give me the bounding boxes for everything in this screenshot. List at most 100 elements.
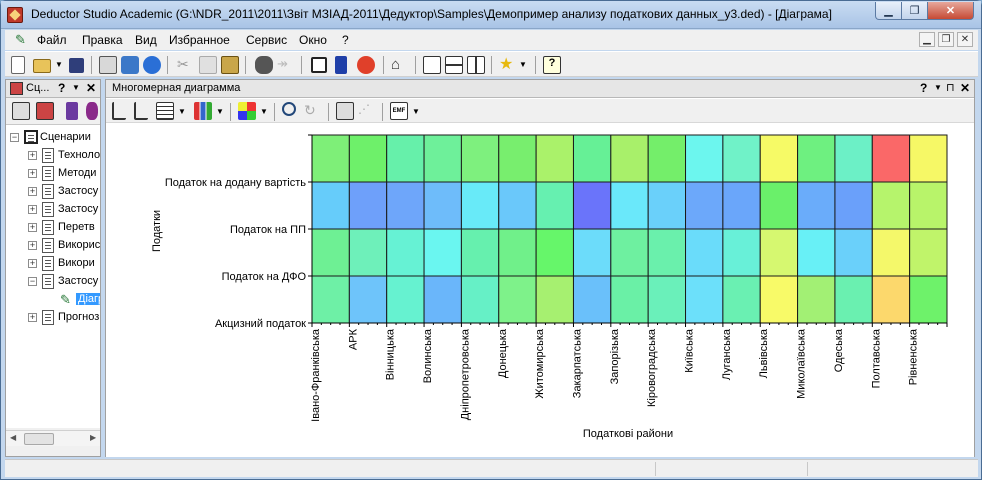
- close-button[interactable]: ✕: [927, 2, 974, 20]
- minimize-button[interactable]: ▁: [875, 2, 902, 20]
- maximize-button[interactable]: ❐: [901, 2, 928, 20]
- tree-item[interactable]: + Застосу: [6, 183, 100, 201]
- menu-service[interactable]: Сервис: [246, 33, 287, 47]
- panel-close-button[interactable]: ✕: [86, 81, 96, 95]
- heatmap-cell: [834, 134, 873, 183]
- x-tick-label: Івано-Франківська: [310, 328, 322, 422]
- diagram-close-button[interactable]: ✕: [960, 81, 970, 95]
- diagram-help-button[interactable]: ?: [920, 81, 927, 95]
- notebook-icon[interactable]: [335, 56, 347, 74]
- favorites-dropdown-icon[interactable]: ▼: [519, 60, 527, 78]
- open-dropdown-icon[interactable]: ▼: [55, 60, 63, 78]
- tree-item[interactable]: + Прогноз: [6, 309, 100, 327]
- tree-item[interactable]: + Застосу: [6, 201, 100, 219]
- help-book-icon[interactable]: ?: [543, 56, 561, 74]
- cascade-windows-icon[interactable]: [423, 56, 441, 74]
- tree-horizontal-scrollbar[interactable]: ◀ ▶: [6, 430, 100, 446]
- wrench-icon[interactable]: ✎: [15, 32, 26, 48]
- palette-icon[interactable]: [238, 102, 256, 120]
- home-icon[interactable]: ⌂: [391, 56, 409, 74]
- tree-item[interactable]: + Викори: [6, 255, 100, 273]
- expand-icon[interactable]: +: [28, 205, 37, 214]
- heatmap-cell: [311, 275, 350, 324]
- copy-icon[interactable]: [199, 56, 217, 74]
- expand-icon[interactable]: +: [28, 187, 37, 196]
- main-toolbar: ▼ ✂ ↠ ⌂ ★ ▼ ?: [5, 51, 978, 77]
- chart-type-icon[interactable]: [194, 102, 212, 120]
- x-tick-label: Рівненська: [908, 328, 920, 385]
- export-icon[interactable]: [66, 102, 78, 120]
- mdi-close-button[interactable]: ✕: [957, 32, 973, 47]
- save-icon[interactable]: [69, 58, 84, 73]
- menu-file[interactable]: Файл: [37, 33, 67, 47]
- tree-item[interactable]: ✎ Діагр: [6, 291, 100, 309]
- mdi-minimize-button[interactable]: ▁: [919, 32, 935, 47]
- menu-window[interactable]: Окно: [299, 33, 327, 47]
- process-icon[interactable]: [86, 102, 98, 120]
- expand-icon[interactable]: +: [28, 169, 37, 178]
- menu-view[interactable]: Вид: [135, 33, 157, 47]
- scenarios-panel-icon[interactable]: [311, 57, 327, 73]
- tile-horizontal-icon[interactable]: [445, 56, 463, 74]
- paste-icon[interactable]: [221, 56, 239, 74]
- star-favorites-icon[interactable]: ★: [499, 54, 517, 73]
- properties-icon[interactable]: [12, 102, 30, 120]
- scenarios-panel-title: Сц...: [26, 82, 50, 94]
- heatmap-cell: [460, 134, 500, 183]
- new-file-icon[interactable]: [11, 56, 25, 74]
- import-wizard-icon[interactable]: [36, 102, 54, 120]
- expand-icon[interactable]: +: [28, 313, 37, 322]
- menu-help[interactable]: ?: [342, 33, 349, 47]
- tree-item[interactable]: + Техноло: [6, 147, 100, 165]
- table-view-icon[interactable]: [156, 102, 174, 120]
- tree-item[interactable]: − Застосу: [6, 273, 100, 291]
- expand-icon[interactable]: +: [28, 241, 37, 250]
- mdi-restore-button[interactable]: ❐: [938, 32, 954, 47]
- panel-help-button[interactable]: ?: [58, 81, 65, 95]
- chart-properties-icon[interactable]: [336, 102, 354, 120]
- find-next-icon[interactable]: ↠: [277, 56, 295, 74]
- chart-axes-icon[interactable]: [134, 102, 148, 120]
- tree-item[interactable]: + Викорис: [6, 237, 100, 255]
- export-emf-icon[interactable]: EMF: [390, 102, 408, 120]
- axis-settings-icon[interactable]: [112, 102, 126, 120]
- expand-icon[interactable]: +: [28, 259, 37, 268]
- browser-icon[interactable]: [143, 56, 161, 74]
- open-folder-icon[interactable]: [33, 59, 51, 73]
- cut-icon[interactable]: ✂: [177, 56, 195, 74]
- print-icon[interactable]: [99, 56, 117, 74]
- menu-favorites[interactable]: Избранное: [169, 33, 230, 47]
- heatmap-cell: [572, 228, 612, 277]
- diagram-panel-title: Многомерная диаграмма: [112, 82, 241, 94]
- collapse-icon[interactable]: −: [10, 133, 19, 142]
- diagram-panel-header[interactable]: Многомерная диаграмма ? ▼ ⊓ ✕: [106, 80, 974, 98]
- tree-item[interactable]: + Методи: [6, 165, 100, 183]
- heatmap-cell: [572, 181, 612, 230]
- tree-item-label: Техноло: [58, 149, 100, 161]
- wizard-icon[interactable]: [357, 56, 375, 74]
- heatmap-cell: [386, 228, 425, 277]
- tree-item[interactable]: + Перетв: [6, 219, 100, 237]
- print-preview-icon[interactable]: [121, 56, 139, 74]
- document-icon: [42, 274, 54, 289]
- scrollbar-thumb[interactable]: [24, 433, 54, 445]
- find-icon[interactable]: [255, 56, 273, 74]
- panel-menu-dropdown[interactable]: ▼: [72, 83, 80, 92]
- collapse-icon[interactable]: −: [28, 277, 37, 286]
- tile-vertical-icon[interactable]: [467, 56, 485, 74]
- tree-item[interactable]: − Сценарии: [6, 129, 100, 147]
- expand-icon[interactable]: +: [28, 223, 37, 232]
- zoom-icon[interactable]: [282, 102, 296, 116]
- scroll-right-icon[interactable]: ▶: [90, 433, 96, 442]
- diagram-pin-button[interactable]: ⊓: [946, 81, 955, 94]
- x-tick-label: Донецька: [497, 328, 509, 378]
- title-bar[interactable]: Deductor Studio Academic (G:\NDR_2011\20…: [1, 1, 981, 29]
- scroll-left-icon[interactable]: ◀: [10, 433, 16, 442]
- menu-edit[interactable]: Правка: [82, 33, 123, 47]
- scatter-icon[interactable]: ⋰: [358, 102, 376, 120]
- diagram-menu-dropdown[interactable]: ▼: [934, 83, 942, 92]
- deductor-app-icon[interactable]: [7, 7, 23, 23]
- expand-icon[interactable]: +: [28, 151, 37, 160]
- scenarios-panel-header[interactable]: Сц... ? ▼ ✕: [6, 80, 100, 98]
- refresh-icon[interactable]: ↻: [304, 102, 322, 120]
